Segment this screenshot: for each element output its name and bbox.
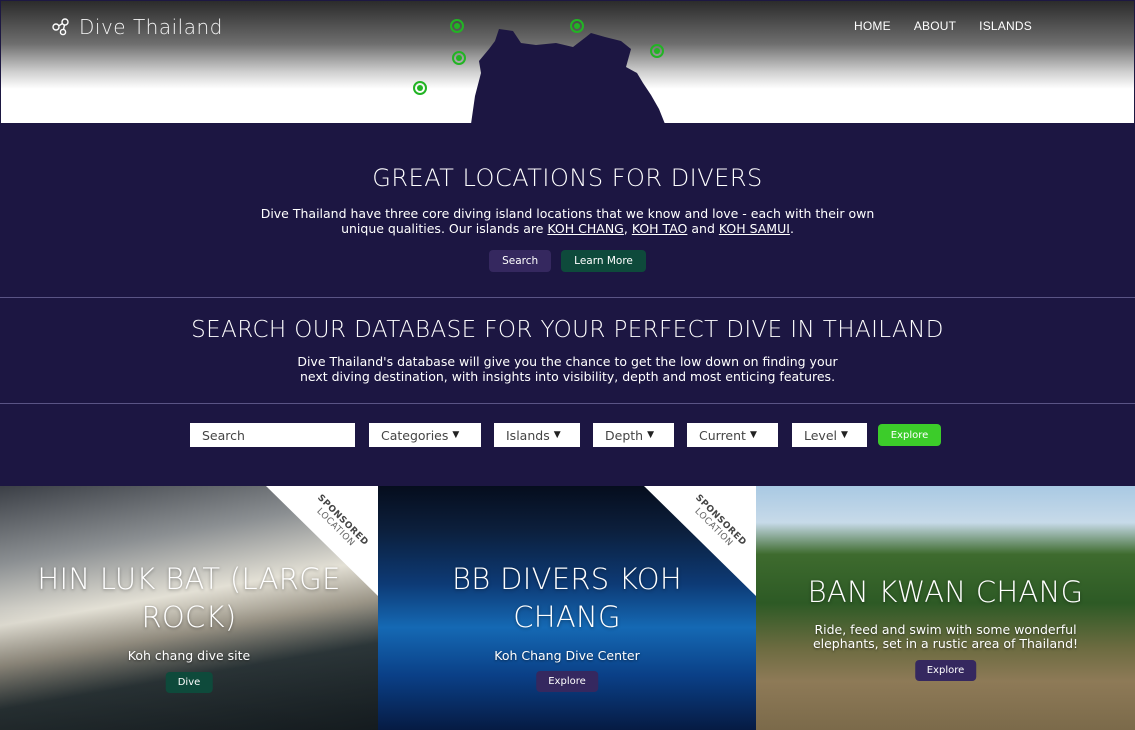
site-header: Dive Thailand HOME ABOUT ISLANDS xyxy=(0,0,1135,124)
molecule-icon xyxy=(52,18,69,36)
current-label: Current xyxy=(699,427,746,443)
map-marker[interactable] xyxy=(650,44,664,58)
chevron-down-icon: ▼ xyxy=(841,430,848,440)
island-link-koh-tao[interactable]: KOH TAO xyxy=(632,221,688,236)
islands-select[interactable]: Islands ▼ xyxy=(494,423,580,447)
explore-card-button[interactable]: Explore xyxy=(536,671,598,692)
location-card[interactable]: BAN KWAN CHANG Ride, feed and swim with … xyxy=(756,486,1135,730)
map-marker[interactable] xyxy=(450,19,464,33)
logo-text: Dive Thailand xyxy=(79,15,223,39)
categories-select[interactable]: Categories ▼ xyxy=(369,423,481,447)
intro-title: GREAT LOCATIONS FOR DIVERS xyxy=(372,164,763,192)
nav-about[interactable]: ABOUT xyxy=(914,19,956,33)
intro-text-end: . xyxy=(789,221,794,236)
islands-label: Islands xyxy=(506,427,550,443)
card-title: BB DIVERS KOH CHANG xyxy=(452,562,682,634)
level-select[interactable]: Level ▼ xyxy=(792,423,867,447)
card-title: BAN KWAN CHANG xyxy=(807,575,1084,609)
explore-card-button[interactable]: Explore xyxy=(914,660,977,681)
learn-more-button[interactable]: Learn More xyxy=(561,250,646,272)
map-marker[interactable] xyxy=(570,19,584,33)
explore-button[interactable]: Explore xyxy=(878,424,941,446)
nav-home[interactable]: HOME xyxy=(854,19,891,33)
main-nav: HOME ABOUT ISLANDS xyxy=(854,19,1055,33)
current-select[interactable]: Current ▼ xyxy=(687,423,778,447)
card-title: HIN LUK BAT (LARGE ROCK) xyxy=(37,562,341,634)
site-logo[interactable]: Dive Thailand xyxy=(51,15,223,39)
location-cards: SPONSORED LOCATION HIN LUK BAT (LARGE RO… xyxy=(0,486,1135,730)
chevron-down-icon: ▼ xyxy=(749,430,757,440)
database-title: SEARCH OUR DATABASE FOR YOUR PERFECT DIV… xyxy=(191,317,944,343)
intro-sep: , xyxy=(623,221,632,236)
intro-buttons: Search Learn More xyxy=(0,250,1135,272)
search-button[interactable]: Search xyxy=(489,250,552,272)
chevron-down-icon: ▼ xyxy=(647,430,654,440)
chevron-down-icon: ▼ xyxy=(553,430,561,440)
location-card[interactable]: SPONSORED LOCATION BB DIVERS KOH CHANG K… xyxy=(378,486,756,730)
search-input[interactable]: Search xyxy=(190,423,355,447)
intro-section: GREAT LOCATIONS FOR DIVERS Dive Thailand… xyxy=(0,123,1135,298)
island-link-koh-chang[interactable]: KOH CHANG xyxy=(547,221,623,236)
depth-select[interactable]: Depth ▼ xyxy=(593,423,674,447)
card-subtitle: Ride, feed and swim with some wonderful … xyxy=(812,622,1079,651)
thailand-map-shape xyxy=(471,29,665,124)
map-marker[interactable] xyxy=(413,81,427,95)
map-marker[interactable] xyxy=(452,51,466,65)
card-subtitle: Koh Chang Dive Center xyxy=(494,648,640,663)
categories-label: Categories xyxy=(381,427,449,443)
search-input-value: Search xyxy=(202,427,245,443)
card-subtitle: Koh chang dive site xyxy=(127,648,251,663)
intro-text: Dive Thailand have three core diving isl… xyxy=(238,206,898,236)
intro-sep: and xyxy=(687,221,719,236)
filter-bar: Search Categories ▼ Islands ▼ Depth ▼ Curre… xyxy=(0,404,1135,486)
island-link-koh-samui[interactable]: KOH SAMUI xyxy=(719,221,790,236)
database-section: SEARCH OUR DATABASE FOR YOUR PERFECT DIV… xyxy=(0,298,1135,404)
location-card[interactable]: SPONSORED LOCATION HIN LUK BAT (LARGE RO… xyxy=(0,486,378,730)
nav-islands[interactable]: ISLANDS xyxy=(979,19,1032,33)
level-label: Level xyxy=(804,427,837,443)
database-text: Dive Thailand's database will give you t… xyxy=(297,354,838,384)
dive-button[interactable]: Dive xyxy=(165,672,213,693)
chevron-down-icon: ▼ xyxy=(452,430,460,440)
depth-label: Depth xyxy=(605,427,644,443)
